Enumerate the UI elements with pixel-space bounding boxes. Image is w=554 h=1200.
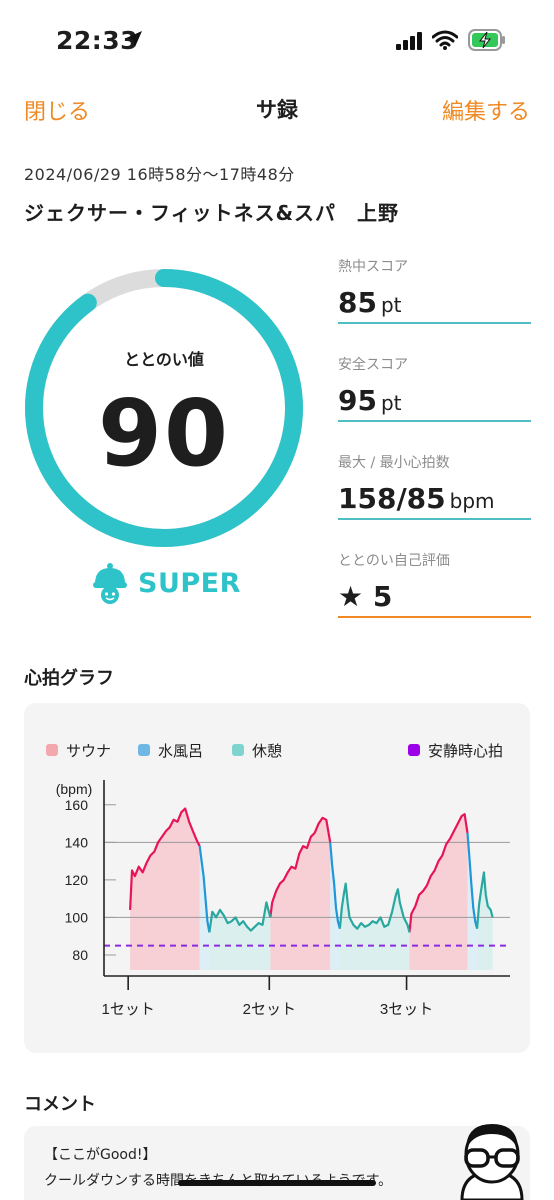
x-tick-label: 2セット — [243, 1001, 296, 1018]
star-icon: ★ — [338, 580, 364, 613]
close-button[interactable]: 閉じる — [24, 94, 90, 126]
y-tick-label: 140 — [65, 834, 89, 850]
edit-button[interactable]: 編集する — [442, 94, 530, 126]
heart-rate-chart: 160 140 120 100 80 (bpm) 1セット 2セット 3セット — [56, 780, 510, 1018]
sauna-hat-icon — [92, 562, 128, 610]
home-indicator — [178, 1180, 376, 1186]
comment-line-1: 【ここがGood!】 — [44, 1147, 157, 1163]
comment-section-title: コメント — [24, 1094, 96, 1115]
heart-rate-value-row: 158/85 bpm — [338, 482, 531, 520]
legend-resting-hr-swatch — [408, 744, 420, 756]
legend-sauna: サウナ — [46, 740, 111, 760]
legend-resting-hr: 安静時心拍 — [408, 740, 503, 760]
y-axis-label: (bpm) — [56, 781, 93, 797]
self-eval-label: ととのい自己評価 — [338, 553, 450, 569]
y-tick-label: 160 — [65, 797, 89, 813]
x-tick-label: 3セット — [380, 1001, 433, 1018]
safety-score-unit: pt — [380, 391, 402, 415]
self-eval-value: 5 — [372, 580, 393, 613]
glasses-character-icon — [452, 1120, 532, 1200]
chart-labels: 160 140 120 100 80 (bpm) 1セット 2セット 3セット — [56, 781, 434, 1018]
safety-score-label: 安全スコア — [338, 357, 408, 373]
self-eval-value-row[interactable]: ★ 5 — [338, 580, 531, 618]
safety-score: 安全スコア 95 pt — [338, 354, 531, 422]
y-tick-label: 80 — [72, 947, 88, 963]
heart-rate-value: 158/85 — [338, 482, 446, 515]
legend-rest-swatch — [232, 744, 244, 756]
location-arrow-icon — [124, 29, 144, 53]
safety-score-value-row: 95 pt — [338, 384, 531, 422]
series-0-fill-1 — [270, 817, 331, 970]
legend-sauna-swatch — [46, 744, 58, 756]
session-time-range: 2024/06/29 16時58分〜17時48分 — [24, 165, 295, 184]
legend-sauna-label: サウナ — [66, 742, 112, 760]
heat-score-value: 85 — [338, 286, 377, 319]
heart-rate-unit: bpm — [449, 489, 495, 513]
legend-cold-bath: 水風呂 — [138, 740, 203, 760]
heart-rate-label: 最大 / 最小心拍数 — [338, 455, 450, 471]
legend-rest-label: 休憩 — [252, 742, 283, 760]
totonoi-value: 90 — [97, 380, 231, 487]
battery-charging-icon — [468, 29, 506, 55]
y-tick-label: 120 — [65, 872, 89, 888]
rank-label: SUPER — [138, 568, 241, 599]
heart-rate-score: 最大 / 最小心拍数 158/85 bpm — [338, 452, 531, 520]
y-tick-label: 100 — [65, 909, 89, 925]
series-0-fill-2 — [409, 814, 468, 970]
legend-cold-bath-label: 水風呂 — [158, 742, 204, 760]
legend-resting-hr-label: 安静時心拍 — [428, 742, 504, 760]
status-bar: 22:33 — [0, 0, 554, 84]
self-evaluation[interactable]: ととのい自己評価 ★ 5 — [338, 550, 531, 618]
legend-rest: 休憩 — [232, 740, 282, 760]
heat-score-label: 熱中スコア — [338, 259, 408, 275]
heat-score-value-row: 85 pt — [338, 286, 531, 324]
x-tick-label: 1セット — [101, 1001, 154, 1018]
safety-score-value: 95 — [338, 384, 377, 417]
wifi-icon — [431, 30, 459, 54]
heat-score: 熱中スコア 85 pt — [338, 256, 531, 324]
facility-name: ジェクサー・フィットネス&スパ 上野 — [24, 201, 400, 225]
graph-section-title: 心拍グラフ — [24, 668, 114, 689]
totonoi-label: ととのい値 — [124, 350, 204, 369]
legend-cold-bath-swatch — [138, 744, 150, 756]
heat-score-unit: pt — [380, 293, 402, 317]
signal-icon — [396, 32, 424, 54]
